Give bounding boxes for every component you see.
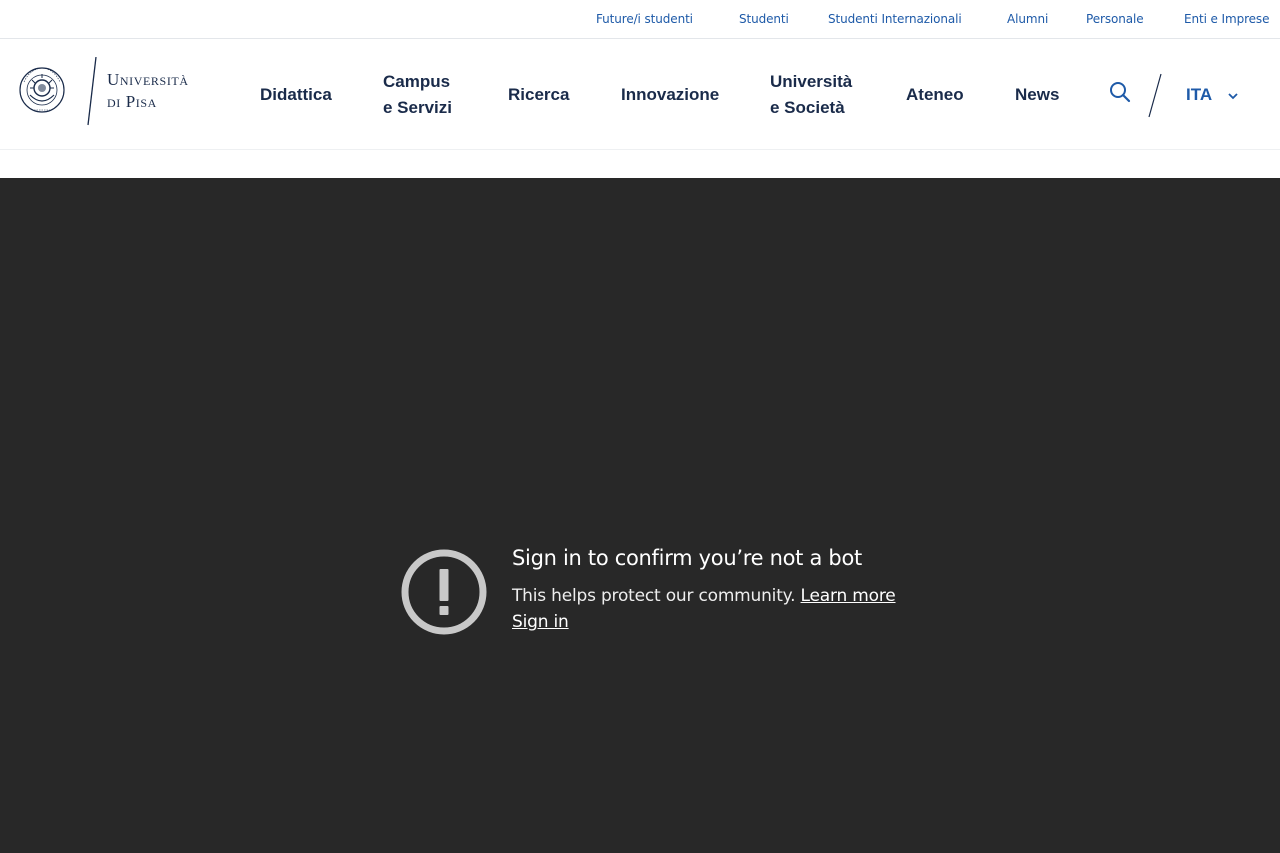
bot-check-message: This helps protect our community. Learn … xyxy=(512,586,896,606)
header-separator xyxy=(1148,73,1162,118)
university-name-line1: Università xyxy=(107,70,189,89)
university-name: Università di Pisa xyxy=(107,69,189,113)
nav-ateneo[interactable]: Ateneo xyxy=(906,82,964,108)
nav-label-line2: e Società xyxy=(770,98,845,117)
utility-link-companies[interactable]: Enti e Imprese xyxy=(1184,12,1269,26)
nav-didattica[interactable]: Didattica xyxy=(260,82,332,108)
chevron-down-icon[interactable] xyxy=(1228,92,1238,100)
bot-check-title: Sign in to confirm you’re not a bot xyxy=(512,546,862,570)
main-header: Università di Pisa Didattica Campus e Se… xyxy=(0,40,1280,150)
search-button[interactable] xyxy=(1108,80,1132,104)
nav-label: Innovazione xyxy=(621,85,720,104)
embedded-video: Sign in to confirm you’re not a bot This… xyxy=(0,178,1280,853)
sign-in-link[interactable]: Sign in xyxy=(512,612,569,632)
bot-check-body: This helps protect our community. xyxy=(512,586,796,606)
utility-link-future-students[interactable]: Future/i studenti xyxy=(596,12,693,26)
university-name-line2: di Pisa xyxy=(107,92,157,111)
nav-label: Ateneo xyxy=(906,85,964,104)
nav-innovazione[interactable]: Innovazione xyxy=(621,82,719,108)
nav-universita-societa[interactable]: Università e Società xyxy=(770,69,852,121)
nav-label: Università xyxy=(770,72,853,91)
language-select[interactable]: ITA xyxy=(1186,85,1212,105)
nav-label: Didattica xyxy=(260,85,332,104)
alert-circle-icon xyxy=(401,549,487,635)
search-icon xyxy=(1110,82,1131,103)
utility-link-alumni[interactable]: Alumni xyxy=(1007,12,1048,26)
nav-campus-servizi[interactable]: Campus e Servizi xyxy=(383,69,452,121)
nav-label: News xyxy=(1015,85,1060,104)
nav-label-line2: e Servizi xyxy=(383,98,452,117)
nav-label: Campus xyxy=(383,72,451,91)
learn-more-link[interactable]: Learn more xyxy=(801,586,896,606)
logo-divider xyxy=(87,57,97,126)
nav-ricerca[interactable]: Ricerca xyxy=(508,82,569,108)
university-seal-icon xyxy=(19,67,65,113)
nav-label: Ricerca xyxy=(508,85,570,104)
utility-link-staff[interactable]: Personale xyxy=(1086,12,1144,26)
utility-link-international-students[interactable]: Studenti Internazionali xyxy=(828,12,962,26)
university-logo[interactable]: Università di Pisa xyxy=(18,55,218,127)
utility-link-students[interactable]: Studenti xyxy=(739,12,789,26)
utility-bar: Future/i studenti Studenti Studenti Inte… xyxy=(0,0,1280,39)
nav-news[interactable]: News xyxy=(1015,82,1059,108)
